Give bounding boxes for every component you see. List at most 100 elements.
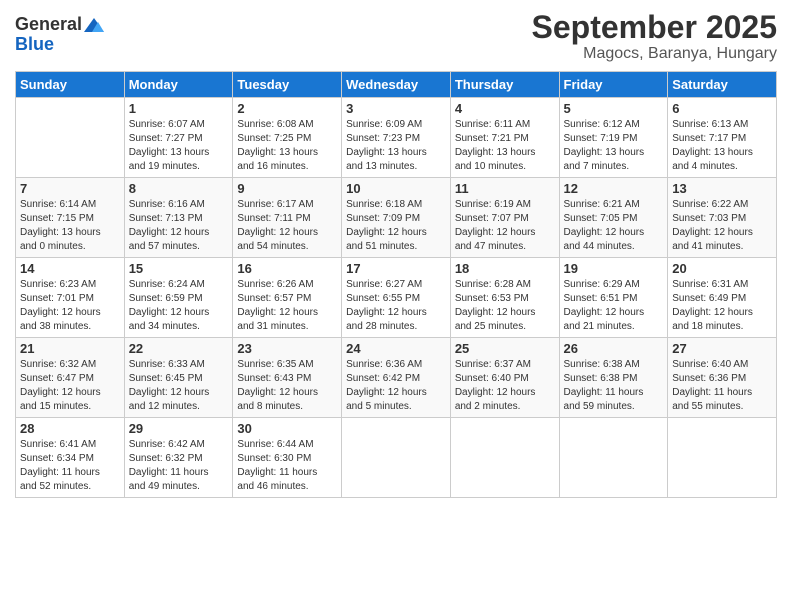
day-info: Sunrise: 6:31 AMSunset: 6:49 PMDaylight:… [672, 278, 772, 334]
day-info: Sunrise: 6:36 AMSunset: 6:42 PMDaylight:… [346, 358, 446, 414]
day-number: 4 [455, 101, 555, 116]
day-number: 6 [672, 101, 772, 116]
header-cell-thursday: Thursday [450, 72, 559, 98]
day-number: 19 [564, 261, 664, 276]
day-number: 10 [346, 181, 446, 196]
day-number: 11 [455, 181, 555, 196]
day-cell: 13 Sunrise: 6:22 AMSunset: 7:03 PMDayligh… [668, 178, 777, 258]
day-number: 25 [455, 341, 555, 356]
day-number: 15 [129, 261, 229, 276]
day-info: Sunrise: 6:42 AMSunset: 6:32 PMDaylight:… [129, 438, 229, 494]
day-cell [450, 418, 559, 498]
day-cell: 1 Sunrise: 6:07 AMSunset: 7:27 PMDaylight… [124, 98, 233, 178]
logo-blue: Blue [15, 35, 54, 55]
day-number: 7 [20, 181, 120, 196]
day-info: Sunrise: 6:12 AMSunset: 7:19 PMDaylight:… [564, 118, 664, 174]
day-cell: 27 Sunrise: 6:40 AMSunset: 6:36 PMDayligh… [668, 338, 777, 418]
day-cell: 30Sunrise: 6:44 AMSunset: 6:30 PMDayligh… [233, 418, 342, 498]
day-info: Sunrise: 6:17 AMSunset: 7:11 PMDaylight:… [237, 198, 337, 254]
logo-general: General [15, 15, 82, 35]
day-cell: 5 Sunrise: 6:12 AMSunset: 7:19 PMDaylight… [559, 98, 668, 178]
day-info: Sunrise: 6:29 AMSunset: 6:51 PMDaylight:… [564, 278, 664, 334]
header-cell-monday: Monday [124, 72, 233, 98]
day-cell: 3 Sunrise: 6:09 AMSunset: 7:23 PMDaylight… [342, 98, 451, 178]
header: General Blue September 2025 Magocs, Bara… [15, 10, 777, 63]
day-cell [668, 418, 777, 498]
day-cell: 18 Sunrise: 6:28 AMSunset: 6:53 PMDayligh… [450, 258, 559, 338]
day-info: Sunrise: 6:40 AMSunset: 6:36 PMDaylight:… [672, 358, 772, 414]
day-number: 21 [20, 341, 120, 356]
location-subtitle: Magocs, Baranya, Hungary [532, 45, 777, 63]
day-info: Sunrise: 6:28 AMSunset: 6:53 PMDaylight:… [455, 278, 555, 334]
day-number: 1 [129, 101, 229, 116]
month-title: September 2025 [532, 10, 777, 45]
day-info: Sunrise: 6:41 AMSunset: 6:34 PMDaylight:… [20, 438, 120, 494]
day-cell: 17 Sunrise: 6:27 AMSunset: 6:55 PMDayligh… [342, 258, 451, 338]
header-row: SundayMondayTuesdayWednesdayThursdayFrid… [16, 72, 777, 98]
day-number: 29 [129, 421, 229, 436]
day-info: Sunrise: 6:19 AMSunset: 7:07 PMDaylight:… [455, 198, 555, 254]
day-info: Sunrise: 6:22 AMSunset: 7:03 PMDaylight:… [672, 198, 772, 254]
day-info: Sunrise: 6:18 AMSunset: 7:09 PMDaylight:… [346, 198, 446, 254]
day-number: 2 [237, 101, 337, 116]
day-info: Sunrise: 6:38 AMSunset: 6:38 PMDaylight:… [564, 358, 664, 414]
day-info: Sunrise: 6:21 AMSunset: 7:05 PMDaylight:… [564, 198, 664, 254]
logo: General Blue [15, 15, 104, 55]
day-info: Sunrise: 6:13 AMSunset: 7:17 PMDaylight:… [672, 118, 772, 174]
day-cell: 10 Sunrise: 6:18 AMSunset: 7:09 PMDayligh… [342, 178, 451, 258]
day-info: Sunrise: 6:32 AMSunset: 6:47 PMDaylight:… [20, 358, 120, 414]
day-cell: 20 Sunrise: 6:31 AMSunset: 6:49 PMDayligh… [668, 258, 777, 338]
day-cell: 28Sunrise: 6:41 AMSunset: 6:34 PMDayligh… [16, 418, 125, 498]
day-number: 27 [672, 341, 772, 356]
day-info: Sunrise: 6:07 AMSunset: 7:27 PMDaylight:… [129, 118, 229, 174]
day-number: 8 [129, 181, 229, 196]
week-row-3: 14 Sunrise: 6:23 AMSunset: 7:01 PMDayligh… [16, 258, 777, 338]
calendar: SundayMondayTuesdayWednesdayThursdayFrid… [15, 71, 777, 498]
day-cell: 15 Sunrise: 6:24 AMSunset: 6:59 PMDayligh… [124, 258, 233, 338]
day-cell: 14 Sunrise: 6:23 AMSunset: 7:01 PMDayligh… [16, 258, 125, 338]
day-number: 17 [346, 261, 446, 276]
header-cell-sunday: Sunday [16, 72, 125, 98]
day-cell: 26 Sunrise: 6:38 AMSunset: 6:38 PMDayligh… [559, 338, 668, 418]
day-number: 5 [564, 101, 664, 116]
week-row-4: 21 Sunrise: 6:32 AMSunset: 6:47 PMDayligh… [16, 338, 777, 418]
day-cell: 2 Sunrise: 6:08 AMSunset: 7:25 PMDaylight… [233, 98, 342, 178]
day-number: 26 [564, 341, 664, 356]
logo-icon [84, 18, 104, 32]
week-row-1: 1 Sunrise: 6:07 AMSunset: 7:27 PMDaylight… [16, 98, 777, 178]
day-cell: 6 Sunrise: 6:13 AMSunset: 7:17 PMDaylight… [668, 98, 777, 178]
day-info: Sunrise: 6:08 AMSunset: 7:25 PMDaylight:… [237, 118, 337, 174]
day-cell: 29 Sunrise: 6:42 AMSunset: 6:32 PMDayligh… [124, 418, 233, 498]
calendar-header: SundayMondayTuesdayWednesdayThursdayFrid… [16, 72, 777, 98]
day-info: Sunrise: 6:27 AMSunset: 6:55 PMDaylight:… [346, 278, 446, 334]
day-cell: 11 Sunrise: 6:19 AMSunset: 7:07 PMDayligh… [450, 178, 559, 258]
day-number: 20 [672, 261, 772, 276]
day-info: Sunrise: 6:09 AMSunset: 7:23 PMDaylight:… [346, 118, 446, 174]
day-cell [559, 418, 668, 498]
day-cell: 9 Sunrise: 6:17 AMSunset: 7:11 PMDaylight… [233, 178, 342, 258]
week-row-2: 7Sunrise: 6:14 AMSunset: 7:15 PMDaylight… [16, 178, 777, 258]
week-row-5: 28Sunrise: 6:41 AMSunset: 6:34 PMDayligh… [16, 418, 777, 498]
day-cell: 22Sunrise: 6:33 AMSunset: 6:45 PMDayligh… [124, 338, 233, 418]
day-number: 16 [237, 261, 337, 276]
header-cell-saturday: Saturday [668, 72, 777, 98]
header-cell-wednesday: Wednesday [342, 72, 451, 98]
day-info: Sunrise: 6:11 AMSunset: 7:21 PMDaylight:… [455, 118, 555, 174]
day-cell: 12Sunrise: 6:21 AMSunset: 7:05 PMDayligh… [559, 178, 668, 258]
day-cell: 24Sunrise: 6:36 AMSunset: 6:42 PMDayligh… [342, 338, 451, 418]
day-cell: 23Sunrise: 6:35 AMSunset: 6:43 PMDayligh… [233, 338, 342, 418]
day-number: 3 [346, 101, 446, 116]
day-number: 14 [20, 261, 120, 276]
day-info: Sunrise: 6:37 AMSunset: 6:40 PMDaylight:… [455, 358, 555, 414]
day-number: 18 [455, 261, 555, 276]
day-number: 13 [672, 181, 772, 196]
day-cell: 4 Sunrise: 6:11 AMSunset: 7:21 PMDaylight… [450, 98, 559, 178]
day-number: 22 [129, 341, 229, 356]
day-cell: 7Sunrise: 6:14 AMSunset: 7:15 PMDaylight… [16, 178, 125, 258]
day-info: Sunrise: 6:23 AMSunset: 7:01 PMDaylight:… [20, 278, 120, 334]
day-info: Sunrise: 6:24 AMSunset: 6:59 PMDaylight:… [129, 278, 229, 334]
day-cell: 16Sunrise: 6:26 AMSunset: 6:57 PMDayligh… [233, 258, 342, 338]
day-cell: 21 Sunrise: 6:32 AMSunset: 6:47 PMDayligh… [16, 338, 125, 418]
day-number: 9 [237, 181, 337, 196]
title-block: September 2025 Magocs, Baranya, Hungary [532, 10, 777, 63]
